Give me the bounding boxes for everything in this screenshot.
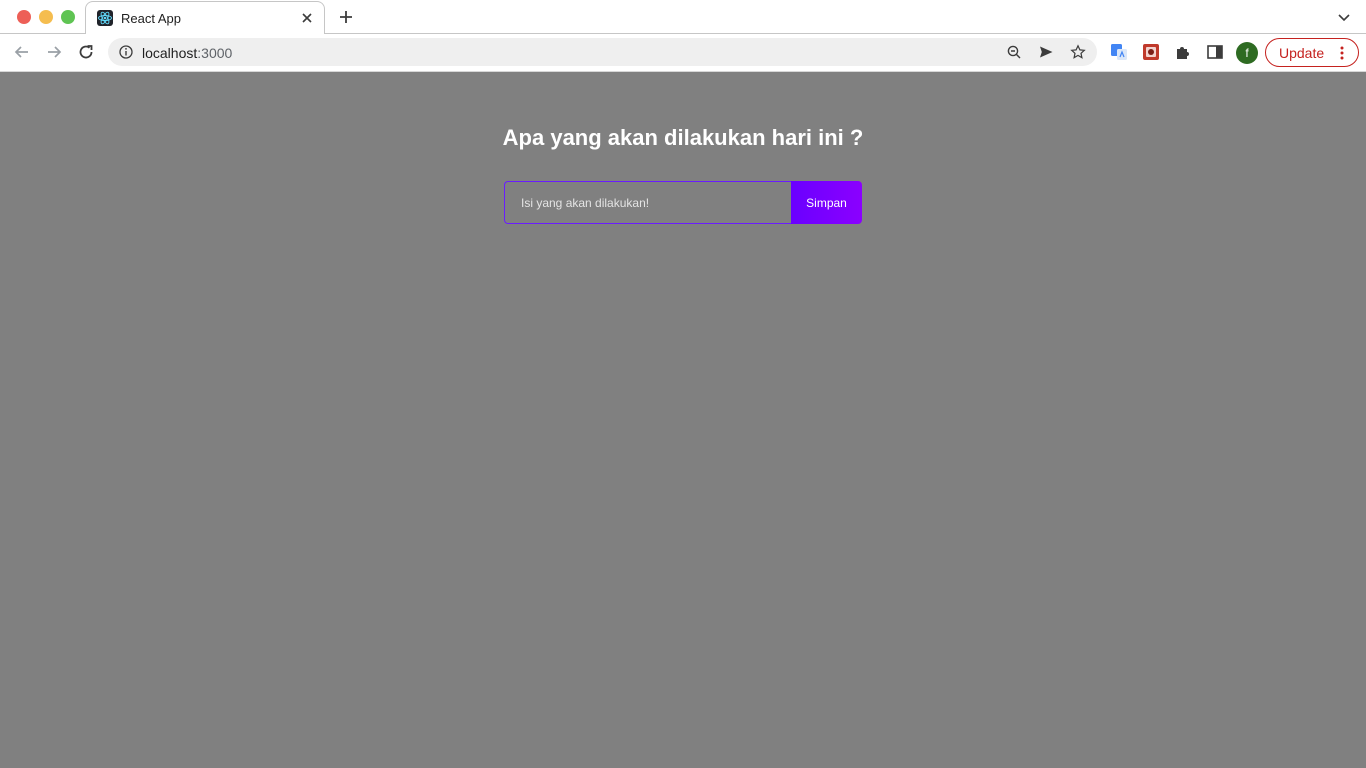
update-label: Update bbox=[1279, 45, 1325, 61]
react-logo-icon bbox=[97, 10, 113, 26]
window-maximize-button[interactable] bbox=[61, 10, 75, 24]
zoom-out-icon[interactable] bbox=[1006, 44, 1022, 60]
address-bar[interactable]: localhost:3000 bbox=[108, 38, 1097, 66]
plus-icon[interactable] bbox=[336, 7, 356, 27]
reload-icon[interactable] bbox=[76, 42, 96, 62]
close-icon[interactable] bbox=[298, 9, 316, 27]
window-minimize-button[interactable] bbox=[39, 10, 53, 24]
browser-tabstrip: React App bbox=[0, 0, 1366, 35]
star-icon[interactable] bbox=[1070, 44, 1086, 60]
more-vert-icon bbox=[1334, 45, 1350, 61]
address-port: :3000 bbox=[197, 45, 233, 61]
side-panel-icon[interactable] bbox=[1206, 43, 1224, 61]
update-button[interactable]: Update bbox=[1265, 38, 1359, 67]
address-host: localhost bbox=[142, 45, 198, 61]
browser-toolbar: localhost:3000 f Update bbox=[0, 34, 1366, 72]
address-text: localhost:3000 bbox=[142, 45, 232, 61]
profile-avatar[interactable]: f bbox=[1236, 42, 1258, 64]
window-close-button[interactable] bbox=[17, 10, 31, 24]
arrow-right-icon[interactable] bbox=[44, 42, 64, 62]
puzzle-icon[interactable] bbox=[1174, 43, 1192, 61]
page-content: Apa yang akan dilakukan hari ini ? Simpa… bbox=[0, 72, 1366, 768]
chevron-down-icon[interactable] bbox=[1336, 9, 1352, 25]
todo-input[interactable] bbox=[504, 181, 792, 224]
browser-tab-active[interactable]: React App bbox=[85, 1, 325, 35]
send-icon[interactable] bbox=[1038, 44, 1054, 60]
tab-title: React App bbox=[121, 11, 181, 26]
extension-icon[interactable] bbox=[1142, 43, 1160, 61]
page-title: Apa yang akan dilakukan hari ini ? bbox=[502, 125, 864, 150]
info-icon[interactable] bbox=[118, 44, 134, 60]
google-translate-icon[interactable] bbox=[1110, 43, 1128, 61]
todo-form: Simpan bbox=[504, 181, 862, 224]
arrow-left-icon[interactable] bbox=[12, 42, 32, 62]
save-button[interactable]: Simpan bbox=[791, 181, 862, 224]
